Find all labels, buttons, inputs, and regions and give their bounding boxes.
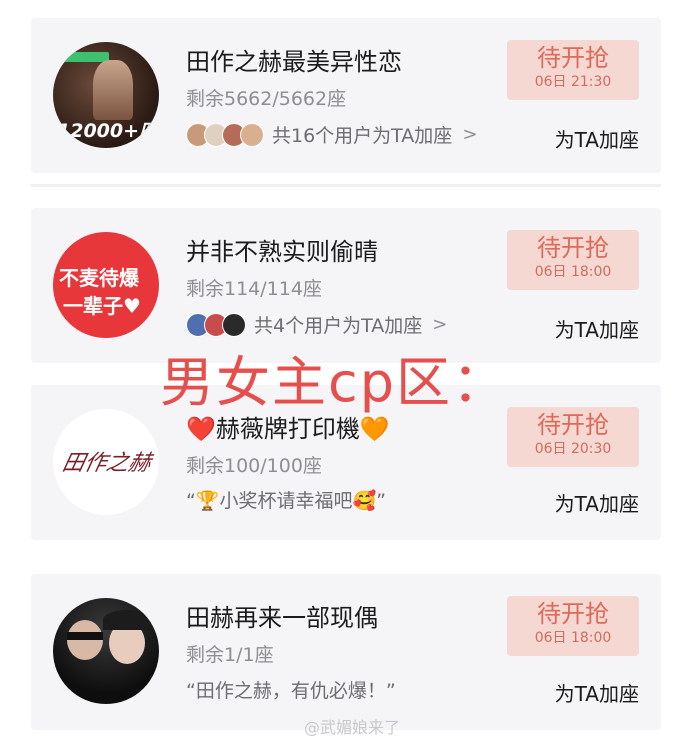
avatar-line-2: 一辈子♥ [63, 294, 141, 318]
chevron-right-icon: > [432, 314, 448, 335]
status-badge: 待开抢 06日 18:00 [507, 230, 639, 290]
badge-time: 06日 21:30 [534, 74, 612, 90]
badge-time: 06日 18:00 [534, 630, 612, 646]
status-badge: 待开抢 06日 18:00 [507, 596, 639, 656]
chevron-right-icon: > [462, 124, 478, 145]
badge-time: 06日 20:30 [534, 441, 612, 457]
room-card-4[interactable]: 田赫再来一部现偶 剩余1/1座 “田作之赫，有仇必爆！” 待开抢 06日 18:… [31, 574, 661, 730]
status-badge: 待开抢 06日 20:30 [507, 407, 639, 467]
heart-orange-icon: 🧡 [359, 415, 390, 443]
room-title-text: 赫薇牌打印機 [215, 415, 360, 443]
seats-remaining: 剩余5662/5662座 [186, 88, 347, 110]
room-card-1[interactable]: 12000+座 田作之赫最美异性恋 剩余5662/5662座 共16个用户为TA… [31, 18, 661, 173]
badge-status: 待开抢 [537, 411, 609, 439]
room-slogan: “🏆小奖杯请幸福吧🥰” [186, 486, 386, 513]
room-title: 并非不熟实则偷晴 [186, 238, 378, 266]
room-avatar[interactable] [53, 598, 159, 704]
badge-status: 待开抢 [537, 600, 609, 628]
slogan-text: “🏆小奖杯请幸福吧🥰” [186, 490, 387, 512]
room-title: 田赫再来一部现偶 [186, 604, 378, 632]
room-avatar[interactable]: 田作之赫 [53, 409, 159, 515]
seats-remaining: 剩余100/100座 [186, 455, 322, 477]
divider [31, 184, 661, 187]
room-avatar[interactable]: 12000+座 [53, 42, 159, 148]
heart-red-icon: ❤️ [186, 415, 216, 443]
slogan-text: “田作之赫，有仇必爆！” [186, 680, 396, 702]
supporters-link[interactable]: 共16个用户为TA加座 > [186, 121, 477, 148]
add-seat-button[interactable]: 为TA加座 [555, 488, 639, 517]
status-badge: 待开抢 06日 21:30 [507, 40, 639, 100]
badge-time: 06日 18:00 [534, 264, 612, 280]
add-seat-button[interactable]: 为TA加座 [555, 314, 639, 343]
supporter-avatars [186, 122, 264, 147]
avatar-line-1: 不麦待爆 [59, 266, 139, 290]
room-slogan: “田作之赫，有仇必爆！” [186, 676, 396, 703]
supporters-link[interactable]: 共4个用户为TA加座 > [186, 311, 447, 338]
supporter-avatars [186, 312, 246, 337]
overlay-caption: 男女主cp区： [160, 351, 508, 414]
supporters-count: 共4个用户为TA加座 [254, 315, 423, 337]
supporters-count: 共16个用户为TA加座 [272, 125, 453, 147]
badge-status: 待开抢 [537, 44, 609, 72]
watermark: @武媚娘来了 [304, 718, 401, 737]
avatar-caption: 12000+座 [57, 120, 159, 142]
seats-remaining: 剩余1/1座 [186, 644, 274, 666]
badge-status: 待开抢 [537, 234, 609, 262]
add-seat-button[interactable]: 为TA加座 [555, 678, 639, 707]
avatar-calligraphy: 田作之赫 [59, 451, 154, 476]
seats-remaining: 剩余114/114座 [186, 278, 322, 300]
room-title: 田作之赫最美异性恋 [186, 48, 402, 76]
room-avatar[interactable]: 不麦待爆 一辈子♥ [53, 232, 159, 338]
add-seat-button[interactable]: 为TA加座 [555, 124, 639, 153]
